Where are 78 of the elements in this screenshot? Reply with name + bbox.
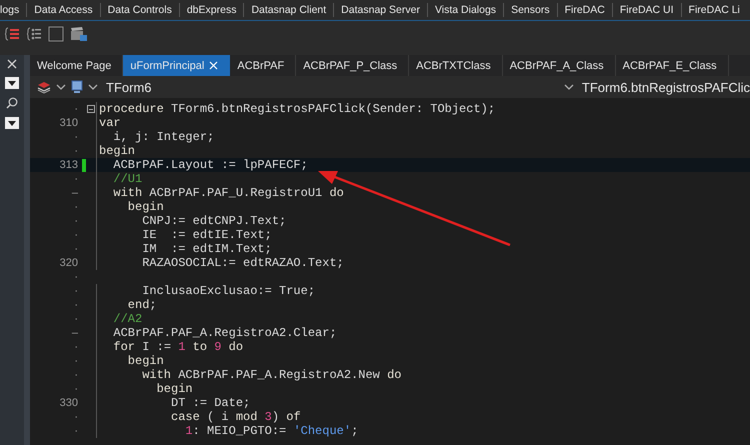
code-line: 1: MEIO_PGTO:= 'Cheque'; bbox=[96, 424, 358, 438]
code-line: CNPJ:= edtCNPJ.Text; bbox=[96, 214, 286, 228]
code-line: for I := 1 to 9 do bbox=[96, 340, 244, 354]
palette-tab[interactable]: Datasnap Server bbox=[333, 3, 427, 17]
palette-tab[interactable]: Vista Dialogs bbox=[426, 3, 504, 17]
code-line: begin bbox=[96, 354, 164, 368]
palette-tab[interactable]: FireDAC UI bbox=[612, 3, 681, 17]
chevron-down-icon[interactable] bbox=[88, 84, 98, 90]
palette-tab[interactable]: Data Controls bbox=[100, 3, 179, 17]
chevron-down-icon[interactable] bbox=[56, 84, 66, 90]
line-number: · bbox=[73, 215, 78, 227]
line-number: · bbox=[73, 243, 78, 255]
line-number: · bbox=[73, 299, 78, 311]
code-line: end; bbox=[96, 298, 157, 312]
chevron-down-icon[interactable] bbox=[564, 84, 574, 90]
code-line: begin bbox=[96, 200, 164, 214]
code-line: ACBrPAF.PAF_A.RegistroA2.Clear; bbox=[96, 326, 337, 340]
line-number: · bbox=[73, 229, 78, 241]
line-number: – bbox=[70, 187, 78, 199]
palette-tab[interactable]: logs bbox=[0, 3, 26, 17]
stack-icon bbox=[36, 80, 52, 94]
clapperboard-icon[interactable] bbox=[70, 26, 88, 42]
dropdown-button[interactable] bbox=[5, 77, 19, 89]
code-line: case ( i mod 3) of bbox=[96, 410, 301, 424]
editor-tab[interactable]: ACBrPAF_A_Class bbox=[502, 55, 616, 76]
code-line: with ACBrPAF.PAF_A.RegistroA2.New do bbox=[96, 368, 402, 382]
line-number: · bbox=[73, 341, 78, 353]
caret-icon bbox=[8, 120, 16, 126]
line-number: · bbox=[73, 103, 78, 115]
code-line: RAZAOSOCIAL:= edtRAZAO.Text; bbox=[96, 256, 344, 270]
code-line: i, j: Integer; bbox=[96, 130, 214, 144]
line-number: 320 bbox=[58, 257, 78, 269]
code-line: IM := edtIM.Text; bbox=[96, 242, 272, 256]
palette-tab[interactable]: Datasnap Client bbox=[243, 3, 334, 17]
palette-tab[interactable]: dbExpress bbox=[178, 3, 244, 17]
palette-tab[interactable]: FireDAC bbox=[556, 3, 612, 17]
monitor-icon bbox=[70, 80, 84, 94]
editor-tab[interactable]: ACBrPAF_E_Class bbox=[616, 55, 729, 76]
line-number: · bbox=[73, 131, 78, 143]
line-number: 310 bbox=[58, 117, 78, 129]
line-number: – bbox=[70, 327, 78, 339]
line-number: · bbox=[73, 271, 78, 283]
line-number: · bbox=[73, 285, 78, 297]
line-number: 330 bbox=[58, 397, 78, 409]
class-selector[interactable]: TForm6 bbox=[106, 80, 152, 94]
search-icon[interactable] bbox=[6, 97, 18, 109]
line-number: · bbox=[73, 201, 78, 213]
editor-tab[interactable]: uFormPrincipal bbox=[123, 55, 230, 76]
code-line: with ACBrPAF.PAF_U.RegistroU1 do bbox=[96, 186, 344, 200]
line-number: · bbox=[73, 369, 78, 381]
line-number: · bbox=[73, 411, 78, 423]
line-number: · bbox=[73, 173, 78, 185]
code-line: InclusaoExclusao:= True; bbox=[96, 284, 316, 298]
dropdown-button[interactable] bbox=[5, 117, 19, 129]
code-line: ACBrPAF.Layout := lpPAFECF; bbox=[96, 158, 308, 172]
palette-tab[interactable]: Sensors bbox=[503, 3, 557, 17]
line-number: 313 bbox=[58, 159, 78, 171]
code-line: IE := edtIE.Text; bbox=[96, 228, 272, 242]
code-line: //U1 bbox=[96, 172, 142, 186]
line-number: · bbox=[73, 313, 78, 325]
code-line: DT := Date; bbox=[96, 396, 250, 410]
line-number: · bbox=[73, 383, 78, 395]
line-number: · bbox=[73, 425, 78, 437]
code-line: var bbox=[96, 116, 121, 130]
line-number: · bbox=[73, 145, 78, 157]
list-icon[interactable] bbox=[26, 26, 42, 42]
code-line: procedure TForm6.btnRegistrosPAFClick(Sender: TObject); bbox=[96, 102, 496, 116]
method-selector[interactable]: TForm6.btnRegistrosPAFClic bbox=[582, 80, 750, 94]
palette-tab[interactable]: FireDAC Li bbox=[680, 3, 747, 17]
close-icon[interactable] bbox=[7, 59, 17, 69]
caret-icon bbox=[8, 80, 16, 86]
code-line: //A2 bbox=[96, 312, 142, 326]
line-number: · bbox=[73, 355, 78, 367]
fold-icon[interactable] bbox=[87, 105, 95, 113]
palette-tab[interactable]: Data Access bbox=[26, 3, 100, 17]
square-icon[interactable] bbox=[48, 26, 64, 42]
code-line: begin bbox=[96, 382, 193, 396]
list-icon[interactable] bbox=[4, 26, 20, 42]
